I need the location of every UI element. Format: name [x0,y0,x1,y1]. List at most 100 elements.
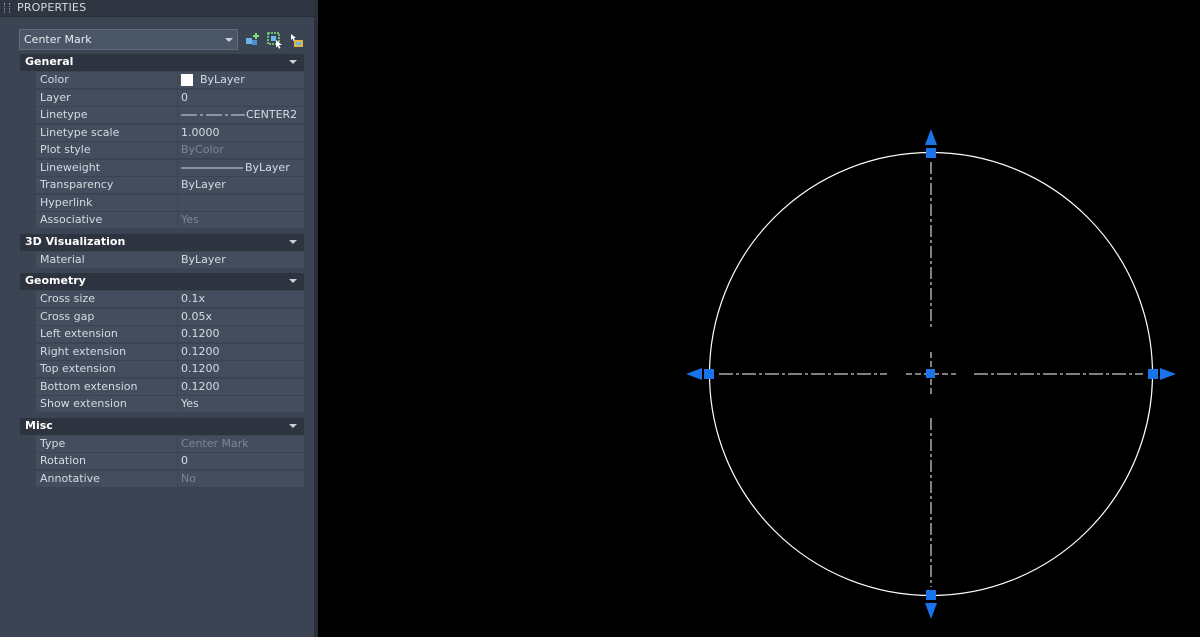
property-row[interactable]: Lineweight ByLayer [20,160,304,177]
property-row[interactable]: Left extension 0.1200 [20,326,304,343]
property-name: Layer [40,91,71,104]
left-stretch-arrow-icon[interactable] [686,368,702,380]
property-name-cell: Cross size [36,291,177,308]
property-row[interactable]: Right extension 0.1200 [20,344,304,361]
property-value: ByLayer [181,253,226,266]
property-row[interactable]: Bottom extension 0.1200 [20,379,304,396]
property-name-cell: Hyperlink [36,195,177,212]
property-name-cell: Top extension [36,361,177,378]
property-name: Hyperlink [40,196,93,209]
property-name-cell: Bottom extension [36,379,177,396]
collapse-chevron-icon[interactable] [289,239,297,244]
property-row[interactable]: Transparency ByLayer [20,177,304,194]
property-value-cell[interactable]: ByColor [178,142,304,159]
property-row[interactable]: Type Center Mark [20,436,304,453]
property-value-cell[interactable]: 0.1200 [178,379,304,396]
row-gutter [20,379,35,396]
property-value-cell[interactable]: Yes [178,396,304,413]
drawing-canvas[interactable] [318,0,1200,637]
property-row[interactable]: Associative Yes [20,212,304,229]
left-grip[interactable] [704,369,714,379]
property-name: Associative [40,213,103,226]
row-gutter [20,291,35,308]
section-header[interactable]: Geometry [20,273,304,290]
properties-palette: PROPERTIES Center Mark General Color ByLay… [0,0,318,637]
property-value: 1.0000 [181,126,220,139]
bottom-grip[interactable] [926,590,936,600]
property-row[interactable]: Color ByLayer [20,72,304,89]
palette-title-bar[interactable]: PROPERTIES [0,0,314,17]
quick-select-icon[interactable] [288,31,306,49]
property-value: Yes [181,213,199,226]
property-value-cell[interactable]: 0.05x [178,309,304,326]
row-gutter [20,195,35,212]
property-name-cell: Right extension [36,344,177,361]
color-swatch [181,74,193,86]
property-value: 0 [181,91,188,104]
property-value-cell[interactable]: 1.0000 [178,125,304,142]
property-name-cell: Color [36,72,177,89]
collapse-chevron-icon[interactable] [289,60,297,64]
property-value: 0.1200 [181,327,220,340]
property-value: ByLayer [200,73,245,86]
property-value-cell[interactable]: 0.1x [178,291,304,308]
select-objects-icon[interactable] [266,31,284,49]
section-header[interactable]: Misc [20,417,304,435]
top-grip[interactable] [926,148,936,158]
property-value-cell[interactable]: ByLayer [178,72,304,89]
property-row[interactable]: Linetype CENTER2 [20,107,304,124]
property-name: Bottom extension [40,380,138,393]
property-value-cell[interactable]: Yes [178,212,304,229]
property-value-cell[interactable]: Center Mark [178,436,304,453]
property-value: 0.1200 [181,362,220,375]
toggle-pickadd-icon[interactable] [244,31,262,49]
right-grip[interactable] [1148,369,1158,379]
property-value-cell[interactable] [178,195,304,212]
property-row[interactable]: Linetype scale 1.0000 [20,125,304,142]
section-title: Misc [25,418,53,432]
property-value-cell[interactable]: 0 [178,453,304,470]
property-name: Left extension [40,327,118,340]
row-gutter [20,361,35,378]
property-value: CENTER2 [246,108,298,121]
top-stretch-arrow-icon[interactable] [925,129,937,145]
property-row[interactable]: Layer 0 [20,90,304,107]
collapse-chevron-icon[interactable] [289,279,297,283]
right-stretch-arrow-icon[interactable] [1160,368,1176,380]
property-row[interactable]: Hyperlink [20,195,304,212]
property-value-cell[interactable]: CENTER2 [178,107,304,124]
property-value-cell[interactable]: ByLayer [178,160,304,177]
bottom-stretch-arrow-icon[interactable] [925,603,937,619]
property-row[interactable]: Plot style ByColor [20,142,304,159]
row-gutter [20,107,35,124]
property-row[interactable]: Cross gap 0.05x [20,309,304,326]
property-name-cell: Annotative [36,471,177,488]
property-name: Transparency [40,178,114,191]
property-name: Rotation [40,454,87,467]
center-grip[interactable] [926,369,935,378]
row-gutter [20,142,35,159]
section-header[interactable]: 3D Visualization [20,233,304,251]
object-type-dropdown[interactable]: Center Mark [19,29,238,50]
property-value-cell[interactable]: 0.1200 [178,326,304,343]
property-value: No [181,472,196,485]
section-title: General [25,55,74,68]
property-row[interactable]: Cross size 0.1x [20,291,304,308]
property-row[interactable]: Material ByLayer [20,252,304,269]
property-value-cell[interactable]: ByLayer [178,177,304,194]
property-value-cell[interactable]: 0 [178,90,304,107]
section-header[interactable]: General [20,54,304,71]
property-name: Top extension [40,362,116,375]
property-value-cell[interactable]: 0.1200 [178,361,304,378]
row-gutter [20,177,35,194]
property-row[interactable]: Annotative No [20,471,304,488]
property-row[interactable]: Top extension 0.1200 [20,361,304,378]
drag-grip-icon[interactable] [4,3,10,13]
property-name: Plot style [40,143,91,156]
property-row[interactable]: Show extension Yes [20,396,304,413]
property-row[interactable]: Rotation 0 [20,453,304,470]
collapse-chevron-icon[interactable] [289,423,297,428]
property-value-cell[interactable]: No [178,471,304,488]
property-value-cell[interactable]: ByLayer [178,252,304,269]
property-value-cell[interactable]: 0.1200 [178,344,304,361]
